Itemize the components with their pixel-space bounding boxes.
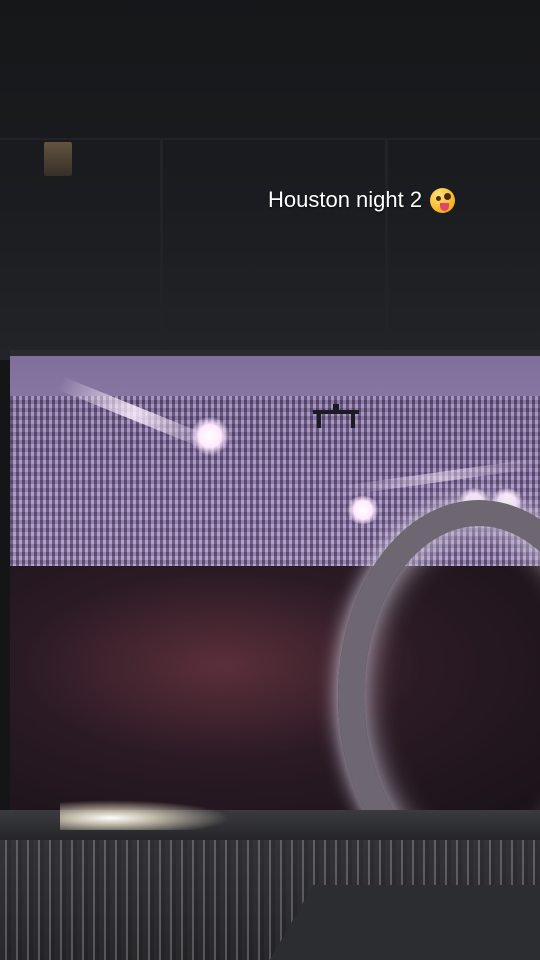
truss-column — [160, 140, 163, 350]
suite-window-light — [44, 142, 72, 176]
concert-photo — [0, 0, 540, 960]
drone-icon — [313, 404, 359, 428]
truss-beam — [0, 138, 540, 140]
stage-lights — [60, 800, 230, 830]
caption-text: Houston night 2 — [268, 187, 423, 212]
stadium-upper-area — [0, 0, 540, 360]
truss-column — [385, 140, 388, 350]
zany-face-emoji-icon — [430, 187, 456, 213]
stage-runway — [266, 885, 540, 960]
spotlight — [345, 496, 381, 524]
spotlight — [190, 416, 230, 456]
story-caption: Houston night 2 — [268, 187, 456, 213]
